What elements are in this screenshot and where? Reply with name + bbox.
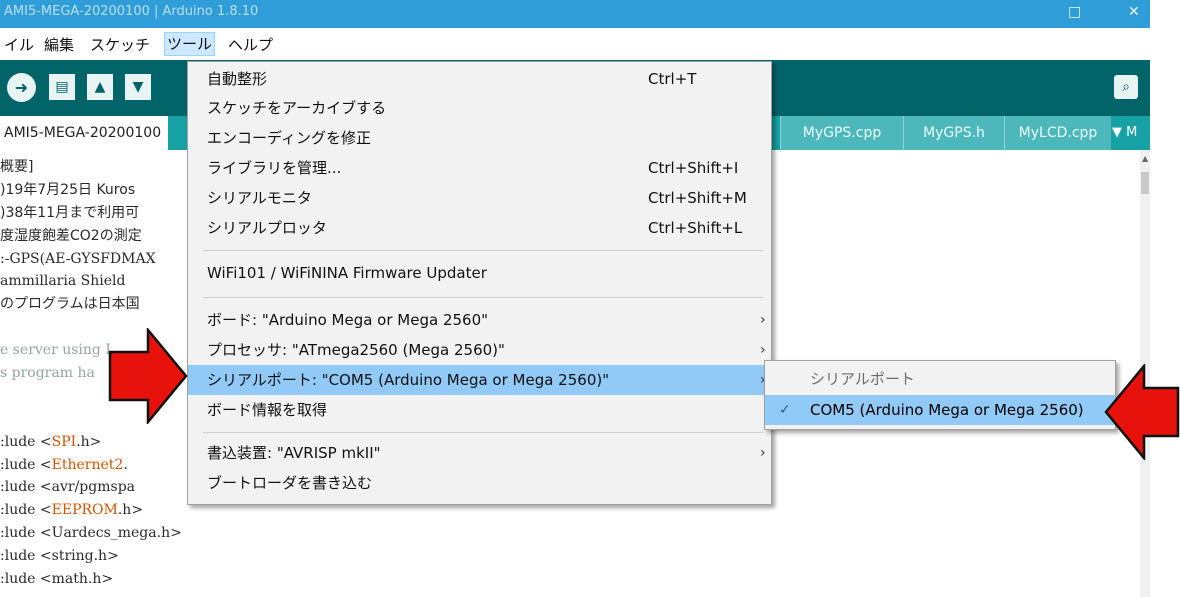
menu-sketch[interactable]: スケッチ — [88, 34, 152, 55]
menu-item-archive-sketch[interactable]: スケッチをアーカイブする — [188, 93, 771, 123]
save-sketch-icon[interactable]: ▼ — [125, 74, 151, 100]
close-icon[interactable]: ✕ — [1128, 4, 1140, 20]
menu-item-processor[interactable]: プロセッサ: "ATmega2560 (Mega 2560)" › — [188, 335, 771, 365]
menu-item-serial-monitor[interactable]: シリアルモニタ Ctrl+Shift+M — [188, 183, 771, 213]
tab-mygps-cpp[interactable]: MyGPS.cpp — [780, 116, 903, 150]
tab-mylcd-cpp[interactable]: MyLCD.cpp — [1004, 116, 1111, 150]
menu-item-board-info[interactable]: ボード情報を取得 — [188, 395, 771, 425]
tab-main-sketch[interactable]: AMI5-MEGA-20200100 — [0, 116, 168, 150]
code-line: :lude <string.h> — [0, 548, 119, 565]
code-line: :lude <math.h> — [0, 571, 114, 588]
maximize-icon[interactable]: □ — [1068, 4, 1081, 20]
menu-tools[interactable]: ツール — [164, 32, 216, 56]
menu-separator — [203, 432, 763, 433]
open-sketch-icon[interactable]: ▲ — [87, 74, 113, 100]
window-title: AMI5-MEGA-20200100 | Arduino 1.8.10 — [4, 4, 259, 19]
menu-edit[interactable]: 編集 — [42, 34, 76, 55]
menu-item-serial-port[interactable]: シリアルポート: "COM5 (Arduino Mega or Mega 256… — [188, 365, 771, 395]
serial-port-submenu: シリアルポート ✓ COM5 (Arduino Mega or Mega 256… — [764, 360, 1116, 430]
submenu-header: シリアルポート — [810, 370, 915, 388]
code-line: :lude <Uardecs_mega.h> — [0, 525, 182, 542]
menu-item-serial-plotter[interactable]: シリアルプロッタ Ctrl+Shift+L — [188, 213, 771, 243]
code-line: ammillaria Shield — [0, 273, 126, 290]
left-red-arrow-icon — [108, 328, 188, 424]
menu-item-programmer[interactable]: 書込装置: "AVRISP mkII" › — [188, 438, 771, 468]
code-line: )38年11月まで利用可 — [0, 204, 140, 221]
right-red-arrow-icon — [1104, 364, 1180, 460]
tools-menu: 自動整形 Ctrl+T スケッチをアーカイブする エンコーディングを修正 ライブラ… — [187, 61, 772, 505]
menu-bar: イル 編集 スケッチ ツール ヘルプ — [0, 28, 1150, 60]
submenu-item-com5[interactable]: ✓ COM5 (Arduino Mega or Mega 2560) — [765, 395, 1115, 425]
code-line: :lude <EEPROM.h> — [0, 502, 144, 519]
menu-item-burn-bootloader[interactable]: ブートローダを書き込む — [188, 468, 771, 498]
scroll-up-icon[interactable]: ▲ — [1142, 154, 1148, 163]
code-line: 概要] — [0, 159, 34, 175]
tab-mygps-h[interactable]: MyGPS.h — [903, 116, 1004, 150]
scroll-thumb[interactable] — [1141, 172, 1149, 194]
menu-help[interactable]: ヘルプ — [226, 34, 275, 55]
serial-monitor-icon[interactable]: ⌕ — [1114, 75, 1138, 99]
code-line: :lude <avr/pgmspa — [0, 479, 135, 496]
menu-item-fix-encoding[interactable]: エンコーディングを修正 — [188, 123, 771, 153]
code-line: 度湿度飽差CO2の測定 — [0, 227, 142, 244]
code-line: :lude <Ethernet2. — [0, 456, 128, 473]
menu-item-auto-format[interactable]: 自動整形 Ctrl+T — [188, 64, 771, 94]
menu-item-manage-libraries[interactable]: ライブラリを管理... Ctrl+Shift+I — [188, 153, 771, 183]
check-icon: ✓ — [779, 402, 791, 418]
title-bar: AMI5-MEGA-20200100 | Arduino 1.8.10 □ ✕ — [0, 0, 1150, 28]
code-line: のプログラムは日本国 — [0, 296, 140, 313]
menu-file[interactable]: イル — [2, 34, 36, 55]
code-line: )19年7月25日 Kuros — [0, 181, 136, 198]
submenu-arrow-icon: › — [760, 445, 766, 461]
upload-icon[interactable]: ➜ — [7, 73, 36, 102]
menu-item-board[interactable]: ボード: "Arduino Mega or Mega 2560" › — [188, 305, 771, 335]
new-sketch-icon[interactable]: ▤ — [49, 74, 75, 100]
menu-separator — [203, 250, 763, 251]
code-line: :lude <SPI.h> — [0, 433, 102, 450]
tab-dropdown[interactable]: ▼ M — [1112, 118, 1137, 148]
menu-item-wifi-firmware-updater[interactable]: WiFi101 / WiFiNINA Firmware Updater — [188, 258, 771, 288]
submenu-arrow-icon: › — [760, 312, 766, 328]
code-line: :-GPS(AE-GYSFDMAX — [0, 250, 156, 267]
menu-separator — [203, 297, 763, 298]
